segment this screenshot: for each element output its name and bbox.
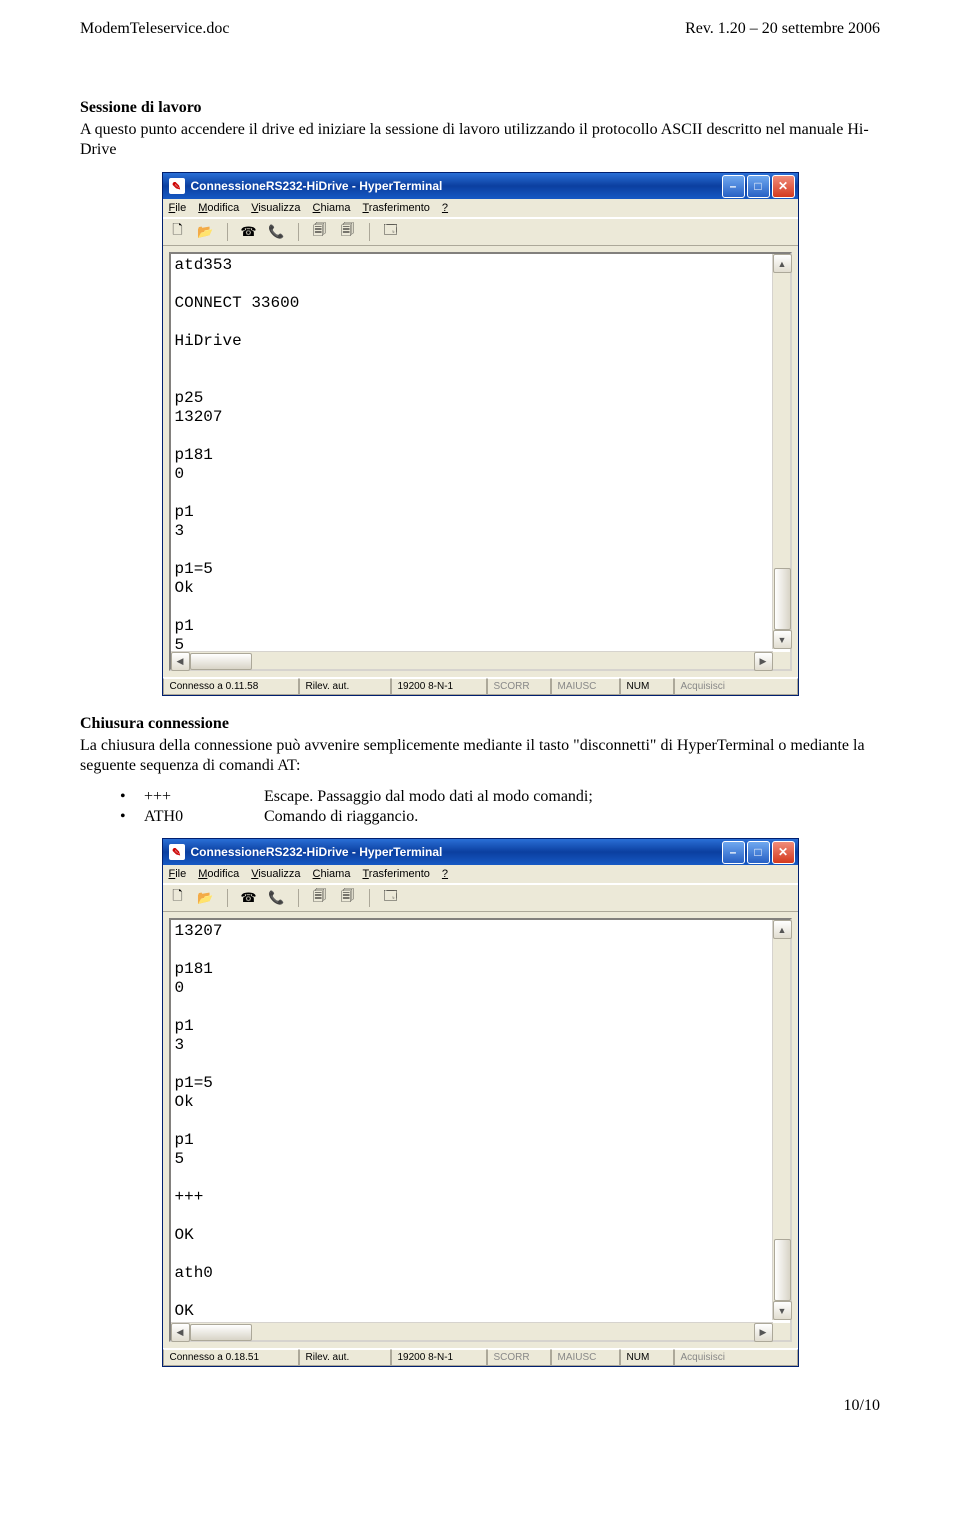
toolbar: 🗋 📂 ☎ 📞 🗐 🗐 🗔 <box>163 218 798 246</box>
disconnect-icon[interactable]: 📞 <box>268 889 286 907</box>
menu-chiama[interactable]: Chiama <box>313 202 351 214</box>
terminal-area[interactable]: 13207 p181 0 p1 3 p1=5 Ok p1 5 +++ OK at… <box>169 918 792 1342</box>
scroll-thumb-h[interactable] <box>190 653 252 670</box>
open-icon[interactable]: 📂 <box>197 889 215 907</box>
app-icon: ✎ <box>169 178 185 194</box>
menubar: File Modifica Visualizza Chiama Trasferi… <box>163 865 798 884</box>
at-commands-list: • +++ Escape. Passaggio dal modo dati al… <box>80 788 880 826</box>
at-desc-escape: Escape. Passaggio dal modo dati al modo … <box>264 788 593 806</box>
scroll-left-icon[interactable]: ◀ <box>171 1323 190 1342</box>
properties-icon[interactable]: 🗔 <box>382 889 400 907</box>
connect-icon[interactable]: ☎ <box>240 889 258 907</box>
menu-visualizza[interactable]: Visualizza <box>251 868 300 880</box>
send-icon[interactable]: 🗐 <box>311 889 329 907</box>
status-bar: Connesso a 0.18.51 Rilev. aut. 19200 8-N… <box>163 1348 798 1366</box>
status-conn: Connesso a 0.11.58 <box>163 678 299 695</box>
send-icon[interactable]: 🗐 <box>311 223 329 241</box>
page-footer: 10/10 <box>80 1397 880 1415</box>
close-button[interactable]: ✕ <box>772 841 795 864</box>
status-num: NUM <box>620 1349 674 1366</box>
scroll-down-icon[interactable]: ▼ <box>773 630 792 649</box>
scroll-up-icon[interactable]: ▲ <box>773 920 792 939</box>
scroll-thumb-h[interactable] <box>190 1324 252 1341</box>
terminal-output-2: 13207 p181 0 p1 3 p1=5 Ok p1 5 +++ OK at… <box>171 920 790 1340</box>
list-item: • ATH0 Comando di riaggancio. <box>120 808 880 826</box>
status-port: 19200 8-N-1 <box>391 1349 487 1366</box>
horizontal-scrollbar[interactable]: ◀ ▶ <box>171 651 773 669</box>
status-scorr: SCORR <box>487 678 551 695</box>
window-title: ConnessioneRS232-HiDrive - HyperTerminal <box>191 845 443 859</box>
section-text-chiusura: La chiusura della connessione può avveni… <box>80 736 880 776</box>
menu-trasferimento[interactable]: Trasferimento <box>362 202 429 214</box>
menu-visualizza[interactable]: Visualizza <box>251 202 300 214</box>
menu-modifica[interactable]: Modifica <box>198 202 239 214</box>
scroll-thumb-v[interactable] <box>774 1239 791 1301</box>
status-num: NUM <box>620 678 674 695</box>
at-desc-ath0: Comando di riaggancio. <box>264 808 418 826</box>
vertical-scrollbar[interactable]: ▲ ▼ <box>772 254 790 649</box>
section-text-sessione: A questo punto accendere il drive ed ini… <box>80 120 880 160</box>
status-conn: Connesso a 0.18.51 <box>163 1349 299 1366</box>
section-sessione: Sessione di lavoro A questo punto accend… <box>80 98 880 160</box>
receive-icon[interactable]: 🗐 <box>339 889 357 907</box>
maximize-button[interactable]: □ <box>747 841 770 864</box>
menubar: File Modifica Visualizza Chiama Trasferi… <box>163 199 798 218</box>
maximize-button[interactable]: □ <box>747 175 770 198</box>
menu-help[interactable]: ? <box>442 868 448 880</box>
list-item: • +++ Escape. Passaggio dal modo dati al… <box>120 788 880 806</box>
new-icon[interactable]: 🗋 <box>169 223 187 241</box>
status-rilev: Rilev. aut. <box>299 1349 391 1366</box>
section-title-sessione: Sessione di lavoro <box>80 98 880 118</box>
terminal-output-1: atd353 CONNECT 33600 HiDrive p25 13207 p… <box>171 254 790 669</box>
status-maiusc: MAIUSC <box>551 678 620 695</box>
titlebar[interactable]: ✎ ConnessioneRS232-HiDrive - HyperTermin… <box>163 173 798 199</box>
page-header: ModemTeleservice.doc Rev. 1.20 – 20 sett… <box>80 20 880 38</box>
menu-modifica[interactable]: Modifica <box>198 868 239 880</box>
page-number: 10/10 <box>844 1397 880 1415</box>
status-scorr: SCORR <box>487 1349 551 1366</box>
menu-trasferimento[interactable]: Trasferimento <box>362 868 429 880</box>
scroll-up-icon[interactable]: ▲ <box>773 254 792 273</box>
terminal-area[interactable]: atd353 CONNECT 33600 HiDrive p25 13207 p… <box>169 252 792 671</box>
at-cmd-ath0: ATH0 <box>144 808 264 826</box>
properties-icon[interactable]: 🗔 <box>382 223 400 241</box>
section-title-chiusura: Chiusura connessione <box>80 714 880 734</box>
status-maiusc: MAIUSC <box>551 1349 620 1366</box>
menu-file[interactable]: File <box>169 202 187 214</box>
toolbar: 🗋 📂 ☎ 📞 🗐 🗐 🗔 <box>163 884 798 912</box>
scroll-left-icon[interactable]: ◀ <box>171 652 190 671</box>
scroll-right-icon[interactable]: ▶ <box>754 652 773 671</box>
menu-chiama[interactable]: Chiama <box>313 868 351 880</box>
new-icon[interactable]: 🗋 <box>169 889 187 907</box>
status-acq: Acquisisci <box>674 1349 798 1366</box>
minimize-button[interactable]: – <box>722 841 745 864</box>
status-port: 19200 8-N-1 <box>391 678 487 695</box>
at-cmd-escape: +++ <box>144 788 264 806</box>
close-button[interactable]: ✕ <box>772 175 795 198</box>
minimize-button[interactable]: – <box>722 175 745 198</box>
receive-icon[interactable]: 🗐 <box>339 223 357 241</box>
app-icon: ✎ <box>169 844 185 860</box>
scroll-right-icon[interactable]: ▶ <box>754 1323 773 1342</box>
vertical-scrollbar[interactable]: ▲ ▼ <box>772 920 790 1320</box>
connect-icon[interactable]: ☎ <box>240 223 258 241</box>
status-acq: Acquisisci <box>674 678 798 695</box>
menu-help[interactable]: ? <box>442 202 448 214</box>
scroll-thumb-v[interactable] <box>774 568 791 630</box>
status-bar: Connesso a 0.11.58 Rilev. aut. 19200 8-N… <box>163 677 798 695</box>
status-rilev: Rilev. aut. <box>299 678 391 695</box>
section-chiusura: Chiusura connessione La chiusura della c… <box>80 714 880 776</box>
open-icon[interactable]: 📂 <box>197 223 215 241</box>
titlebar[interactable]: ✎ ConnessioneRS232-HiDrive - HyperTermin… <box>163 839 798 865</box>
header-right: Rev. 1.20 – 20 settembre 2006 <box>685 20 880 38</box>
disconnect-icon[interactable]: 📞 <box>268 223 286 241</box>
scroll-down-icon[interactable]: ▼ <box>773 1301 792 1320</box>
menu-file[interactable]: File <box>169 868 187 880</box>
header-left: ModemTeleservice.doc <box>80 20 229 38</box>
hyperterminal-window-2: ✎ ConnessioneRS232-HiDrive - HyperTermin… <box>162 838 799 1367</box>
horizontal-scrollbar[interactable]: ◀ ▶ <box>171 1322 773 1340</box>
window-title: ConnessioneRS232-HiDrive - HyperTerminal <box>191 179 443 193</box>
hyperterminal-window-1: ✎ ConnessioneRS232-HiDrive - HyperTermin… <box>162 172 799 696</box>
